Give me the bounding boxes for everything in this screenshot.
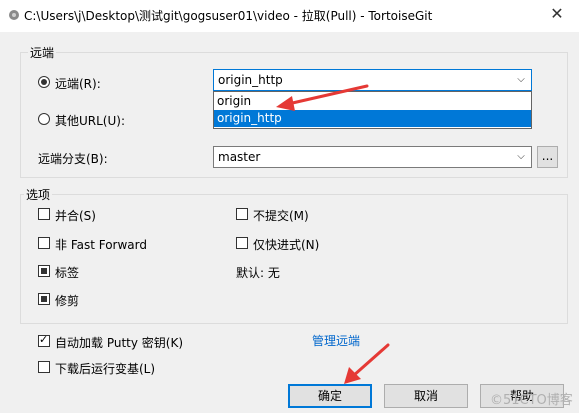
annotation-arrows [276, 84, 390, 384]
annotation-arrow-dropdown [276, 84, 369, 111]
annotation-arrow-ok [344, 343, 390, 384]
